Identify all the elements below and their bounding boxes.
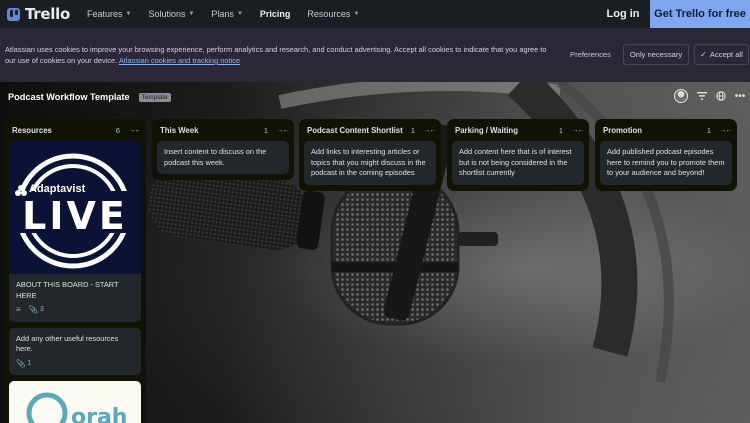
list-header[interactable]: Podcast Content Shortlist 1 →← — [299, 119, 441, 141]
list-count: 6 — [115, 125, 120, 135]
list-title: Promotion — [603, 125, 642, 135]
board-title[interactable]: Podcast Workflow Template — [8, 92, 130, 102]
nav-item-plans[interactable]: Plans ▼ — [211, 9, 242, 19]
list-parking-waiting: Parking / Waiting 1 →← Add content here … — [447, 119, 589, 191]
nav-item-pricing[interactable]: Pricing — [260, 9, 291, 19]
accept-all-button[interactable]: ✓ Accept all — [694, 44, 749, 65]
card-title: Add content here that is of interest but… — [459, 147, 572, 177]
adaptavist-live-graphic: Adaptavist LIVE — [9, 153, 141, 269]
collapse-list-icon[interactable]: →← — [129, 127, 141, 134]
card-useful-resources[interactable]: Add any other useful resources here. 📎 1 — [9, 327, 141, 375]
top-navigation: Trello Features ▼ Solutions ▼ Plans ▼ Prici… — [0, 0, 750, 28]
list-count: 1 — [263, 125, 268, 135]
list-podcast-content-shortlist: Podcast Content Shortlist 1 →← Add links… — [299, 119, 441, 191]
card-badges: ≡ 📎 3 — [16, 305, 134, 316]
card-title: Add any other useful resources here. — [16, 333, 119, 354]
template-badge: Template — [138, 92, 171, 102]
card-about-board[interactable]: Adaptavist LIVE ABOUT THIS BOARD - START… — [9, 141, 141, 322]
filter-icon[interactable] — [696, 90, 708, 102]
login-button[interactable]: Log in — [596, 0, 650, 28]
globe-icon[interactable] — [715, 90, 727, 102]
list-count: 1 — [706, 125, 711, 135]
collapse-list-icon[interactable]: →← — [424, 127, 436, 134]
nav-item-features[interactable]: Features ▼ — [87, 9, 131, 19]
card[interactable]: Add published podcast episodes here to r… — [600, 141, 732, 185]
board-header-actions: ••• — [674, 89, 746, 103]
list-header[interactable]: Promotion 1 →← — [595, 119, 737, 141]
nav-item-label: Resources — [307, 9, 351, 19]
board-canvas: Podcast Workflow Template Template ••• R… — [0, 82, 750, 423]
accept-all-label: Accept all — [709, 50, 743, 59]
trello-logo-icon — [7, 7, 20, 21]
get-trello-free-button[interactable]: Get Trello for free — [650, 0, 750, 28]
cookie-text: Atlassian uses cookies to improve your b… — [5, 44, 557, 66]
nav-item-resources[interactable]: Resources ▼ — [307, 9, 359, 19]
list-count: 1 — [410, 125, 415, 135]
card[interactable]: Add content here that is of interest but… — [452, 141, 584, 185]
description-icon: ≡ — [16, 305, 21, 314]
card-badges: 📎 1 — [16, 359, 134, 370]
orah-logo-graphic: orah — [26, 392, 127, 423]
nav-item-label: Pricing — [259, 9, 291, 19]
check-icon: ✓ — [700, 50, 707, 59]
orah-cover-image[interactable]: orah — [9, 381, 141, 423]
list-promotion: Promotion 1 →← Add published podcast epi… — [595, 119, 737, 191]
card-title: Insert content to discuss on the podcast… — [164, 147, 267, 167]
nav-item-label: Plans — [211, 9, 234, 19]
board-header: Podcast Workflow Template Template ••• — [0, 82, 750, 112]
list-title: Resources — [12, 125, 52, 135]
avatar[interactable] — [674, 89, 688, 103]
only-necessary-button[interactable]: Only necessary — [623, 44, 689, 65]
card-title: ABOUT THIS BOARD - START HERE — [16, 280, 119, 300]
cookie-notice-link[interactable]: Atlassian cookies and tracking notice — [119, 56, 240, 65]
paperclip-icon: 📎 — [28, 305, 39, 314]
list-title: Podcast Content Shortlist — [307, 125, 403, 135]
card-title: Add published podcast episodes here to r… — [607, 147, 725, 177]
cookie-message: Atlassian uses cookies to improve your b… — [5, 45, 547, 65]
list-header[interactable]: Resources 6 →← — [4, 119, 146, 141]
adaptavist-live-cover-image: Adaptavist LIVE — [9, 141, 141, 274]
list-title: This Week — [160, 125, 199, 135]
more-icon[interactable]: ••• — [734, 90, 746, 102]
list-header[interactable]: Parking / Waiting 1 →← — [447, 119, 589, 141]
chevron-down-icon: ▼ — [353, 11, 360, 17]
list-header[interactable]: This Week 1 →← — [152, 119, 294, 141]
list-title: Parking / Waiting — [455, 125, 518, 135]
nav-item-label: Features — [86, 9, 123, 19]
nav-item-label: Solutions — [148, 9, 186, 19]
chevron-down-icon: ▼ — [125, 11, 132, 17]
list-resources: Resources 6 →← Adaptavist LIVE ABOUT THI… — [4, 119, 146, 423]
card[interactable]: Add links to interesting articles or top… — [304, 141, 436, 185]
collapse-list-icon[interactable]: →← — [572, 127, 584, 134]
collapse-list-icon[interactable]: →← — [720, 127, 732, 134]
trello-logo[interactable]: Trello — [7, 5, 70, 23]
list-count: 1 — [558, 125, 563, 135]
nav-menu: Features ▼ Solutions ▼ Plans ▼ Pricing Reso… — [87, 9, 376, 19]
attachment-count: 1 — [27, 359, 32, 367]
orah-text: orah — [71, 405, 127, 423]
collapse-list-icon[interactable]: →← — [277, 127, 289, 134]
chevron-down-icon: ▼ — [236, 11, 243, 17]
preferences-button[interactable]: Preferences — [570, 50, 611, 59]
card[interactable]: Insert content to discuss on the podcast… — [157, 141, 289, 174]
logo-text: Trello — [25, 5, 70, 23]
attachment-count: 3 — [40, 306, 44, 313]
nav-item-solutions[interactable]: Solutions ▼ — [148, 9, 194, 19]
list-this-week: This Week 1 →← Insert content to discuss… — [152, 119, 294, 180]
cover-live-text: LIVE — [22, 194, 128, 238]
card-title: Add links to interesting articles or top… — [311, 147, 426, 177]
chevron-down-icon: ▼ — [188, 11, 195, 17]
only-necessary-label: Only necessary — [629, 50, 683, 59]
paperclip-icon: 📎 — [16, 358, 26, 368]
